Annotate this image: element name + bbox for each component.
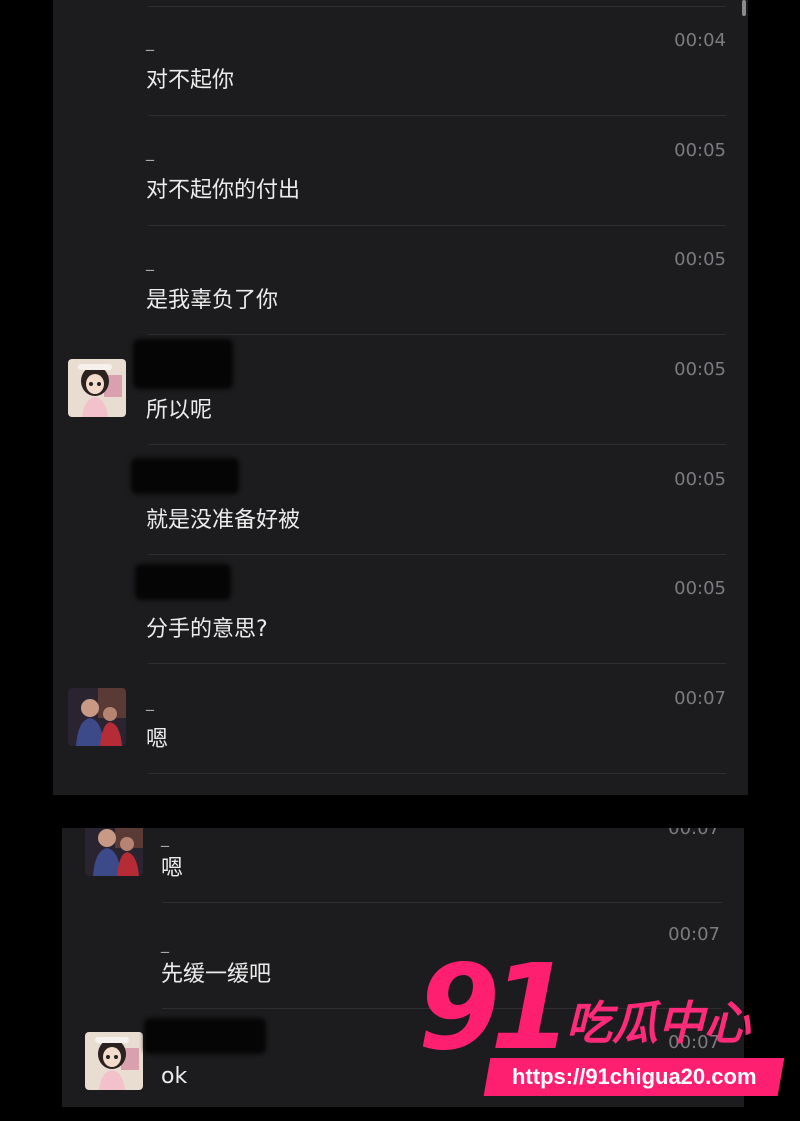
scrollbar[interactable] [742,0,746,16]
divider [148,334,726,335]
avatar[interactable] [85,1032,143,1090]
watermark-url[interactable]: https://91chigua20.com [483,1058,785,1096]
message-text: 是我辜负了你 [146,288,279,313]
message-time: 00:05 [674,249,726,270]
divider [148,554,726,555]
divider [148,773,726,774]
divider [148,115,726,116]
message-time: 00:04 [674,30,726,51]
divider [162,902,722,903]
message-text: 对不起你 [146,68,235,93]
redacted-sender-name [135,564,231,600]
message-time: 00:05 [674,140,726,161]
message-text: 所以呢 [146,398,213,423]
sender-name: _ [146,692,154,711]
avatar[interactable] [68,359,126,417]
divider [148,444,726,445]
watermark-url-text: https://91chigua20.com [511,1064,757,1089]
message-time: 00:07 [668,828,720,839]
divider [148,663,726,664]
avatar[interactable] [68,688,126,746]
sender-name: _ [146,252,154,271]
divider [148,225,726,226]
message-text: 嗯 [161,856,184,881]
sender-name: _ [161,934,169,953]
avatar[interactable] [85,828,143,876]
sender-name: _ [146,142,154,161]
divider [148,6,726,7]
message-time: 00:05 [674,578,726,599]
avatar-photo-icon [68,688,126,746]
avatar-girl-icon [85,1032,143,1090]
message-text: 对不起你的付出 [146,178,301,203]
message-text: 就是没准备好被 [146,508,301,533]
watermark-number: 91 [418,938,572,1076]
message-text: 先缓一缓吧 [161,962,272,987]
sender-name: _ [161,828,169,847]
redacted-sender-name [131,458,239,494]
watermark-title: 吃瓜中心 [566,996,750,1050]
redacted-sender-name [133,339,233,389]
message-time: 00:07 [674,688,726,709]
chat-history-panel-top: _ 00:04 对不起你 _ 00:05 对不起你的付出 _ 00:05 是我辜… [53,0,748,795]
message-text: ok [161,1064,188,1089]
avatar-girl-icon [68,359,126,417]
redacted-sender-name [144,1018,266,1054]
message-time: 00:05 [674,469,726,490]
message-text: 分手的意思? [146,617,268,642]
message-text: 嗯 [146,727,169,752]
avatar-photo-icon [85,828,143,876]
sender-name: _ [146,32,154,51]
message-time: 00:05 [674,359,726,380]
message-time: 00:07 [668,924,720,945]
